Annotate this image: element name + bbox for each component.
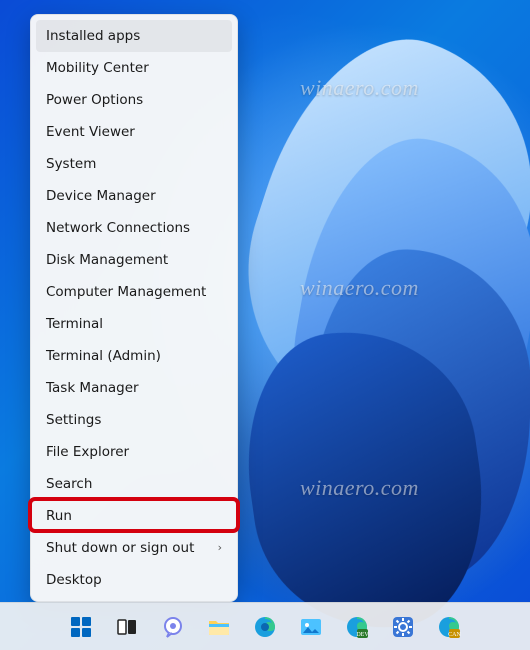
menu-item-file-explorer[interactable]: File Explorer [36,436,232,468]
menu-item-power-options[interactable]: Power Options [36,84,232,116]
menu-item-terminal-admin[interactable]: Terminal (Admin) [36,340,232,372]
menu-item-label: System [46,156,96,172]
menu-item-event-viewer[interactable]: Event Viewer [36,116,232,148]
menu-item-label: Mobility Center [46,60,149,76]
menu-item-desktop[interactable]: Desktop [36,564,232,596]
menu-item-label: Terminal [46,316,103,332]
file-explorer-icon[interactable] [199,607,239,647]
menu-item-device-manager[interactable]: Device Manager [36,180,232,212]
menu-item-label: Device Manager [46,188,156,204]
menu-item-disk-management[interactable]: Disk Management [36,244,232,276]
menu-item-label: Terminal (Admin) [46,348,161,364]
menu-item-terminal[interactable]: Terminal [36,308,232,340]
menu-item-task-manager[interactable]: Task Manager [36,372,232,404]
edge-icon[interactable] [245,607,285,647]
svg-text:DEV: DEV [356,632,369,638]
winx-context-menu: Installed apps Mobility Center Power Optio… [30,14,238,602]
photos-icon[interactable] [291,607,331,647]
edge-dev-icon[interactable]: DEV [337,607,377,647]
task-view-icon[interactable] [107,607,147,647]
settings-app-icon[interactable] [383,607,423,647]
menu-item-label: Settings [46,412,101,428]
menu-item-label: Installed apps [46,28,140,44]
menu-item-mobility-center[interactable]: Mobility Center [36,52,232,84]
menu-item-system[interactable]: System [36,148,232,180]
menu-item-label: Computer Management [46,284,206,300]
menu-item-network-connections[interactable]: Network Connections [36,212,232,244]
menu-item-label: Run [46,508,72,524]
menu-item-label: Event Viewer [46,124,135,140]
menu-item-installed-apps[interactable]: Installed apps [36,20,232,52]
menu-item-label: Search [46,476,92,492]
chat-icon[interactable] [153,607,193,647]
menu-item-run[interactable]: Run [36,500,232,532]
edge-canary-icon[interactable]: CAN [429,607,469,647]
menu-item-label: Desktop [46,572,102,588]
start-icon[interactable] [61,607,101,647]
svg-text:CAN: CAN [448,632,461,638]
menu-item-label: Shut down or sign out [46,540,194,556]
menu-item-label: Task Manager [46,380,139,396]
menu-item-computer-management[interactable]: Computer Management [36,276,232,308]
menu-item-label: Power Options [46,92,143,108]
menu-item-label: Network Connections [46,220,190,236]
menu-item-label: Disk Management [46,252,168,268]
taskbar: DEV CAN [0,602,530,650]
chevron-right-icon: › [218,532,222,564]
menu-item-shut-down-or-sign-out[interactable]: Shut down or sign out › [36,532,232,564]
desktop[interactable]: winaero.com winaero.com winaero.com Inst… [0,0,530,650]
menu-item-settings[interactable]: Settings [36,404,232,436]
menu-item-label: File Explorer [46,444,129,460]
menu-item-search[interactable]: Search [36,468,232,500]
